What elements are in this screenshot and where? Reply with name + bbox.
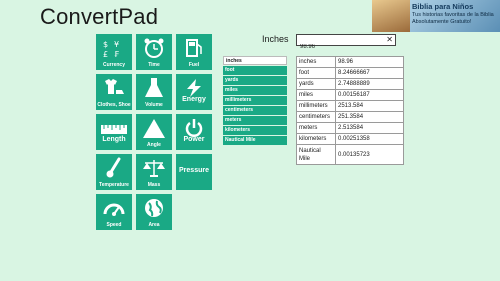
result-unit: kilometers xyxy=(296,133,336,145)
svg-text:¥: ¥ xyxy=(114,40,119,49)
table-row: kilometers 0.00251358 xyxy=(296,133,404,145)
unit-item-millimeters[interactable]: millimeters xyxy=(223,96,287,105)
unit-list: inches foot yards miles millimeters cent… xyxy=(223,56,287,146)
table-row: yards 2.74888889 xyxy=(296,78,404,90)
result-unit: centimeters xyxy=(296,111,336,123)
tile-label: Speed xyxy=(106,222,122,228)
tile-clothes-shoe[interactable]: Clothes, Shoe xyxy=(96,74,132,110)
tile-label: Angle xyxy=(147,142,161,148)
unit-item-meters[interactable]: meters xyxy=(223,116,287,125)
currency-icon: $ ¥ £ ₣ xyxy=(96,37,132,58)
table-row: Nautical Mile 0.00135723 xyxy=(296,144,404,165)
table-row: centimeters 251.3584 xyxy=(296,111,404,123)
result-value: 8.24666667 xyxy=(335,67,404,79)
tile-length[interactable]: Length xyxy=(96,114,132,150)
table-row: meters 2.513584 xyxy=(296,122,404,134)
result-value: 0.00251358 xyxy=(335,133,404,145)
advertisement-banner[interactable]: Biblia para Niños Tus historias favorita… xyxy=(372,0,500,32)
ad-line1: Tus historias favoritas de la Biblia xyxy=(412,12,494,18)
tile-label: Area xyxy=(148,222,160,228)
tile-energy[interactable]: Energy xyxy=(176,74,212,110)
result-value: 2.74888889 xyxy=(335,78,404,90)
result-unit: inches xyxy=(296,56,336,68)
result-value: 251.3584 xyxy=(335,111,404,123)
result-unit: miles xyxy=(296,89,336,101)
unit-item-foot[interactable]: foot xyxy=(223,66,287,75)
tile-area[interactable]: Area xyxy=(136,194,172,230)
tile-angle[interactable]: Angle xyxy=(136,114,172,150)
tile-pressure[interactable]: Pressure xyxy=(176,154,212,190)
result-unit: meters xyxy=(296,122,336,134)
result-unit: Nautical Mile xyxy=(296,144,336,165)
ad-image xyxy=(372,0,410,32)
flask-icon xyxy=(136,77,172,98)
power-icon xyxy=(176,117,212,138)
unit-item-centimeters[interactable]: centimeters xyxy=(223,106,287,115)
unit-item-miles[interactable]: miles xyxy=(223,86,287,95)
tile-label: Fuel xyxy=(188,62,200,68)
tile-label: Time xyxy=(148,62,160,68)
tile-label: Mass xyxy=(147,182,161,188)
tile-speed[interactable]: Speed xyxy=(96,194,132,230)
unit-item-kilometers[interactable]: kilometers xyxy=(223,126,287,135)
tile-fuel[interactable]: Fuel xyxy=(176,34,212,70)
table-row: inches 98.96 xyxy=(296,56,404,68)
ad-line2: Absolutamente Gratuito! xyxy=(412,19,472,25)
svg-text:$: $ xyxy=(103,40,108,49)
value-input[interactable] xyxy=(297,42,380,52)
fuel-pump-icon xyxy=(176,37,212,58)
results-table: inches 98.96 foot 8.24666667 yards 2.748888… xyxy=(296,56,404,165)
result-value: 98.96 xyxy=(335,56,404,68)
unit-item-inches[interactable]: inches xyxy=(223,56,287,65)
tile-power[interactable]: Power xyxy=(176,114,212,150)
unit-item-yards[interactable]: yards xyxy=(223,76,287,85)
globe-icon xyxy=(136,197,172,218)
speedometer-icon xyxy=(96,197,132,218)
clothes-icon xyxy=(96,77,132,98)
ad-title: Biblia para Niños xyxy=(412,2,474,11)
tile-label: Currency xyxy=(103,62,125,68)
result-value: 0.00156187 xyxy=(335,89,404,101)
tile-label: Energy xyxy=(182,96,206,103)
clear-icon[interactable]: ✕ xyxy=(386,35,393,45)
tile-volume[interactable]: Volume xyxy=(136,74,172,110)
alarm-clock-icon xyxy=(136,37,172,58)
scale-icon xyxy=(136,157,172,178)
unit-item-nautical-mile[interactable]: Nautical Mile xyxy=(223,136,287,145)
tile-label: Pressure xyxy=(179,167,209,174)
tile-mass[interactable]: Mass xyxy=(136,154,172,190)
tile-label: Power xyxy=(183,136,205,143)
table-row: miles 0.00156187 xyxy=(296,89,404,101)
ruler-icon xyxy=(96,117,132,138)
result-unit: foot xyxy=(296,67,336,79)
tile-label: Temperature xyxy=(99,182,129,188)
tile-temperature[interactable]: Temperature xyxy=(96,154,132,190)
input-unit-label: Inches xyxy=(262,34,289,44)
tile-time[interactable]: Time xyxy=(136,34,172,70)
triangle-icon xyxy=(136,117,172,138)
table-row: foot 8.24666667 xyxy=(296,67,404,79)
result-value: 2.513584 xyxy=(335,122,404,134)
svg-text:£: £ xyxy=(103,50,108,58)
value-input-box: ✕ xyxy=(296,34,396,52)
tile-label: Clothes, Shoe xyxy=(97,102,131,108)
result-value: 2513.584 xyxy=(335,100,404,112)
result-value: 0.00135723 xyxy=(335,144,404,165)
result-unit: millimeters xyxy=(296,100,336,112)
tile-currency[interactable]: $ ¥ £ ₣ Currency xyxy=(96,34,132,70)
table-row: millimeters 2513.584 xyxy=(296,100,404,112)
lightning-icon xyxy=(176,77,212,98)
thermometer-icon xyxy=(96,157,132,178)
tile-label: Length xyxy=(102,136,126,143)
result-unit: yards xyxy=(296,78,336,90)
tile-label: Volume xyxy=(145,102,163,108)
app-title: ConvertPad xyxy=(40,4,159,29)
svg-text:₣: ₣ xyxy=(114,50,119,58)
